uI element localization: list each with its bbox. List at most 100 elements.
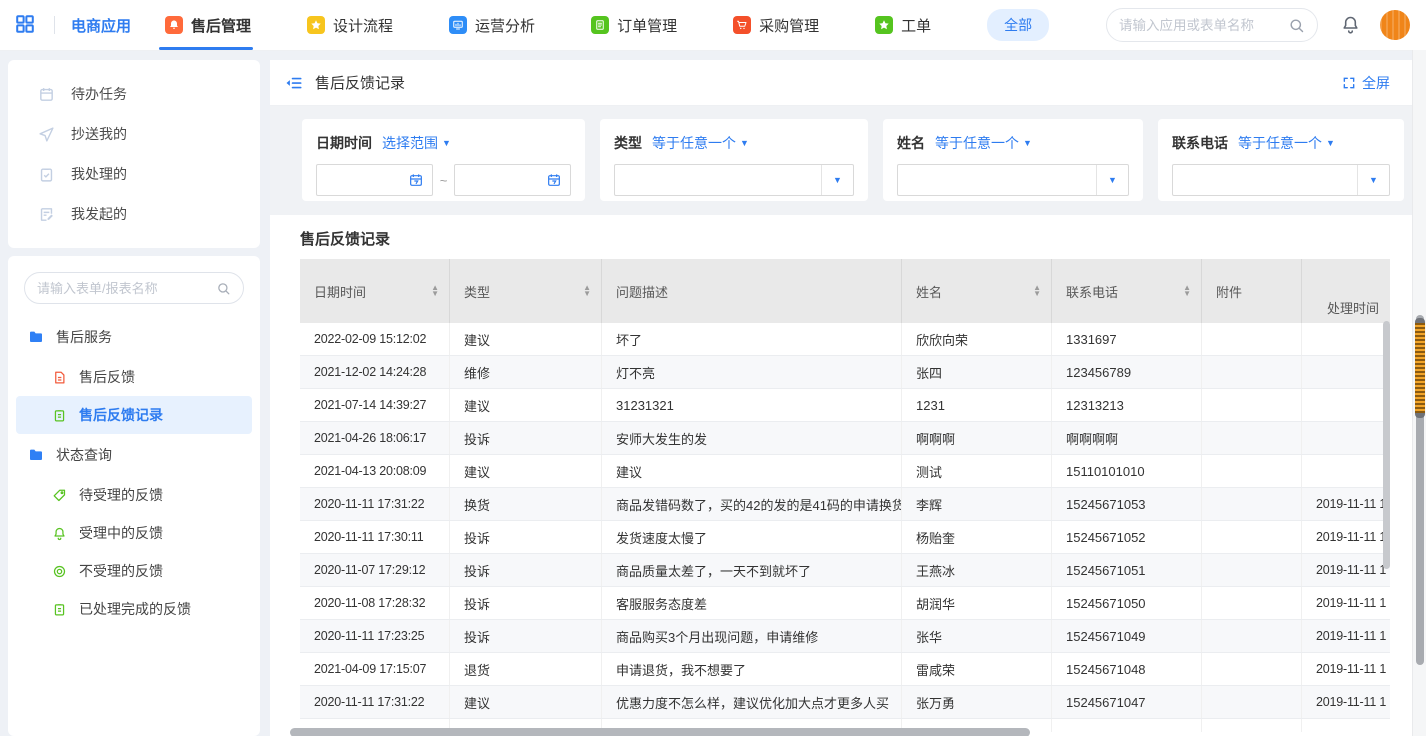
cart-app-icon [733,16,751,34]
tree-item[interactable]: 售后反馈记录 [16,396,252,434]
menu-fold-icon[interactable] [285,74,303,92]
sort-icon[interactable]: ▲▼ [1177,285,1191,297]
sidebar-item-calendar[interactable]: 待办任务 [8,74,260,114]
column-header-label: 处理时间 [1327,298,1379,317]
sidebar-search-input[interactable] [37,281,216,296]
nav-tab[interactable]: 运营分析 [449,0,535,50]
table-row[interactable]: 2021-12-02 14:24:28维修灯不亮张四123456789 [300,356,1390,389]
filter-select[interactable]: ▼ [1172,164,1390,196]
filter-condition-link[interactable]: 等于任意一个▼ [1238,133,1335,153]
table-row[interactable]: 2020-11-11 17:23:25投诉商品购买3个月出现问题，申请维修张华1… [300,620,1390,653]
table-row[interactable]: 2020-11-11 17:30:11投诉发货速度太慢了杨贻奎152456710… [300,521,1390,554]
scrollbar-stripe-decoration [1415,318,1425,418]
column-header[interactable]: 姓名▲▼ [902,259,1052,323]
table-row[interactable]: 2021-04-26 18:06:17投诉安师大发生的发啊啊啊啊啊啊啊 [300,422,1390,455]
nav-tab[interactable]: 设计流程 [307,0,393,50]
filter-field-label: 联系电话 [1172,133,1228,153]
nav-tab-label: 运营分析 [475,15,535,36]
table-row[interactable]: 2021-04-13 20:08:09建议建议测试15110101010 [300,455,1390,488]
filter-condition-link[interactable]: 等于任意一个▼ [935,133,1032,153]
user-avatar[interactable] [1380,10,1410,40]
tree-folder[interactable]: 售后服务 [8,316,260,358]
sort-icon[interactable]: ▲▼ [577,285,591,297]
table-cell: 12313213 [1052,389,1202,421]
window-scrollbar[interactable] [1412,50,1426,736]
caret-down-icon: ▼ [1326,139,1335,148]
expand-icon [1342,76,1356,90]
nav-tab-label: 采购管理 [759,15,819,36]
sidebar-item-label: 抄送我的 [71,124,127,144]
search-icon[interactable] [216,281,231,296]
table-cell: 15245671047 [1052,686,1202,718]
filter-card-2: 类型等于任意一个▼▼ [600,119,868,201]
table-cell: 雷咸荣 [902,653,1052,685]
notification-bell-icon[interactable] [1340,14,1362,36]
table-title: 售后反馈记录 [300,229,1426,251]
filter-condition-link[interactable]: 等于任意一个▼ [652,133,749,153]
table-row[interactable]: 2020-11-11 17:31:22建议优惠力度不怎么样，建议优化加大点才更多… [300,686,1390,719]
column-header-label: 联系电话 [1066,282,1118,301]
filter-condition-link[interactable]: 选择范围▼ [382,133,451,153]
tree-item[interactable]: 待受理的反馈 [16,476,252,514]
table-row[interactable]: 2021-07-14 14:39:27建议3123132112311231321… [300,389,1390,422]
sidebar-search[interactable] [24,272,244,304]
tree-item-label: 售后反馈 [79,367,135,387]
nav-tab[interactable]: 采购管理 [733,0,819,50]
search-icon[interactable] [1288,17,1305,34]
app-brand[interactable]: 电商应用 [71,15,131,36]
nav-tab[interactable]: 售后管理 [165,0,251,50]
horizontal-scrollbar-thumb[interactable] [290,728,1030,736]
table-row[interactable]: 2020-11-08 17:28:32投诉客服服务态度差胡润华152456710… [300,587,1390,620]
sort-icon[interactable]: ▲▼ [1027,285,1041,297]
date-start-input[interactable] [316,164,433,196]
table-cell: 张华 [902,620,1052,652]
tree-item[interactable]: 受理中的反馈 [16,514,252,552]
fullscreen-button[interactable]: 全屏 [1342,73,1390,93]
table-cell [1302,389,1390,421]
sidebar-item-clipboard-check[interactable]: 我处理的 [8,154,260,194]
table-cell: 维修 [450,356,602,388]
tree-item[interactable]: 不受理的反馈 [16,552,252,590]
sidebar-item-edit-doc[interactable]: 我发起的 [8,194,260,234]
sidebar-item-send[interactable]: 抄送我的 [8,114,260,154]
apps-grid-icon[interactable] [14,13,38,37]
filter-select[interactable]: ▼ [897,164,1129,196]
column-header-label: 类型 [464,282,490,301]
form-tree-card: 售后服务售后反馈售后反馈记录状态查询待受理的反馈受理中的反馈不受理的反馈已处理完… [8,256,260,736]
date-picker-icon [546,172,562,188]
caret-down-icon: ▼ [821,165,853,195]
topbar-search-input[interactable] [1119,18,1288,33]
table-vertical-scrollbar-thumb[interactable] [1383,321,1390,569]
form-tree: 售后服务售后反馈售后反馈记录状态查询待受理的反馈受理中的反馈不受理的反馈已处理完… [8,316,260,628]
table-row[interactable]: 2021-04-09 17:15:07退货申请退货，我不想要了雷咸荣152456… [300,653,1390,686]
filter-bar: 日期时间选择范围▼~类型等于任意一个▼▼姓名等于任意一个▼▼联系电话等于任意一个… [270,106,1426,215]
table-cell: 投诉 [450,554,602,586]
table-cell [1302,356,1390,388]
tree-item[interactable]: 售后反馈 [16,358,252,396]
column-header[interactable]: 类型 ▲▼ [450,259,602,323]
table-row[interactable]: 2020-11-07 17:29:12投诉商品质量太差了，一天不到就坏了王燕冰1… [300,554,1390,587]
sort-icon[interactable]: ▲▼ [425,285,439,297]
filter-card-3: 姓名等于任意一个▼▼ [883,119,1143,201]
nav-tab[interactable]: 工单 [875,0,931,50]
nav-tab[interactable]: 订单管理 [591,0,677,50]
filter-select[interactable]: ▼ [614,164,854,196]
table-cell: 客服服务态度差 [602,587,902,619]
tree-folder[interactable]: 状态查询 [8,434,260,476]
all-apps-button[interactable]: 全部 [987,9,1049,41]
topbar-search[interactable] [1106,8,1318,42]
table-body: 2022-02-09 15:12:02建议坏了欣欣向荣13316972021-1… [300,323,1390,732]
table-cell: 优惠力度不怎么样，建议优化加大点才更多人买 [602,686,902,718]
tree-item[interactable]: 已处理完成的反馈 [16,590,252,628]
table-row[interactable]: 2020-11-11 17:31:22换货商品发错码数了，买的42的发的是41码… [300,488,1390,521]
column-header[interactable]: 联系电话 ▲▼ [1052,259,1202,323]
table-cell [1202,389,1302,421]
page-title: 售后反馈记录 [315,72,405,93]
date-end-input[interactable] [454,164,571,196]
column-header[interactable]: 日期时间▲▼ [300,259,450,323]
table-cell [1202,521,1302,553]
table-row[interactable]: 2022-02-09 15:12:02建议坏了欣欣向荣1331697 [300,323,1390,356]
table-cell [1202,488,1302,520]
table-cell: 2021-07-14 14:39:27 [300,389,450,421]
star-app-icon [875,16,893,34]
